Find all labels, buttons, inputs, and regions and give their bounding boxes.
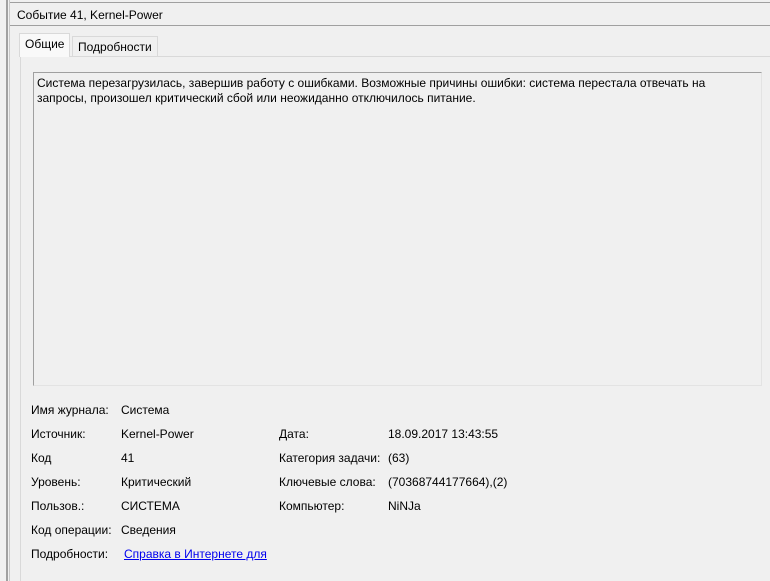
source-value: Kernel-Power	[121, 427, 194, 441]
opcode-value: Сведения	[121, 523, 176, 537]
more-info-label: Подробности:	[31, 547, 109, 561]
tab-general[interactable]: Общие	[19, 33, 71, 57]
task-category-label: Категория задачи:	[279, 451, 381, 465]
window-left-border-inner	[9, 0, 10, 581]
level-value: Критический	[121, 475, 192, 489]
task-category-value: (63)	[388, 451, 410, 465]
source-label: Источник:	[31, 427, 86, 441]
computer-value: NiNJa	[388, 499, 421, 513]
online-help-link[interactable]: Справка в Интернете для	[124, 547, 267, 561]
tab-details[interactable]: Подробности	[72, 36, 158, 57]
date-value: 18.09.2017 13:43:55	[388, 427, 499, 441]
computer-label: Компьютер:	[279, 499, 345, 513]
event-title-bar: Событие 41, Kernel-Power	[10, 3, 770, 26]
event-id-label: Код	[31, 451, 52, 465]
window-left-border	[6, 0, 8, 581]
keywords-label: Ключевые слова:	[279, 475, 376, 489]
opcode-label: Код операции:	[31, 523, 112, 537]
event-title: Событие 41, Kernel-Power	[17, 8, 163, 22]
log-name-label: Имя журнала:	[31, 403, 109, 417]
level-label: Уровень:	[31, 475, 81, 489]
user-label: Пользов.:	[31, 499, 85, 513]
user-value: СИСТЕМА	[121, 499, 180, 513]
event-id-value: 41	[121, 451, 135, 465]
log-name-value: Система	[121, 403, 170, 417]
event-description[interactable]: Система перезагрузилась, завершив работу…	[33, 72, 762, 386]
keywords-value: (70368744177664),(2)	[388, 475, 508, 489]
date-label: Дата:	[279, 427, 309, 441]
